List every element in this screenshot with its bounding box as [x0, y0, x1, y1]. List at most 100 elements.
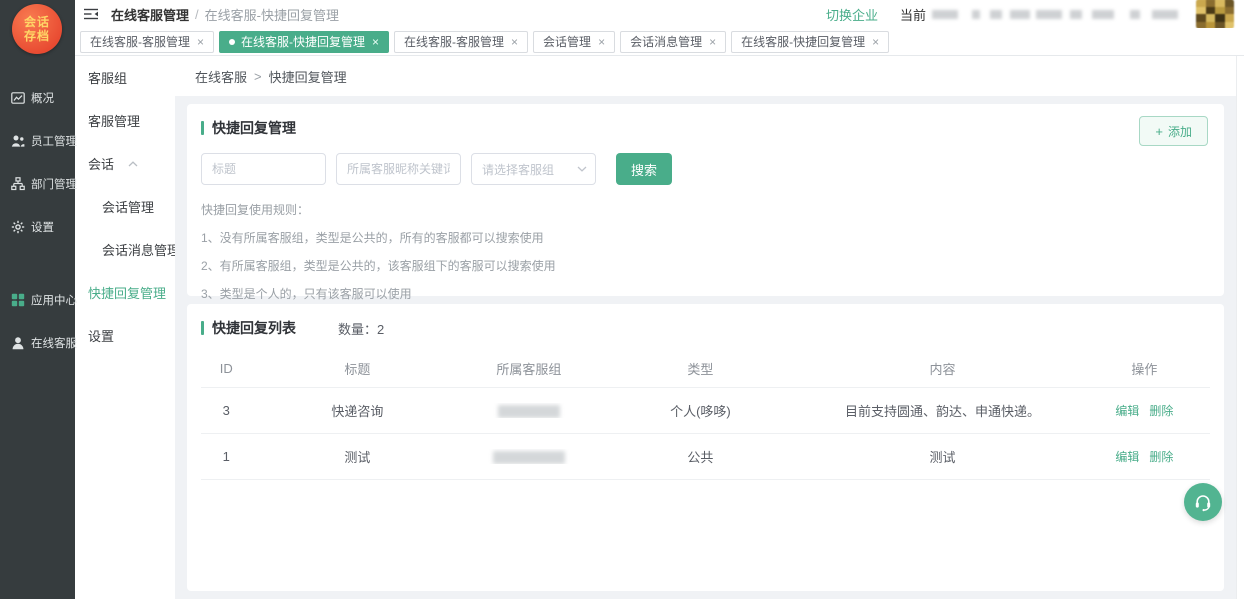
- table-row: 1 测试 公共 测试 编辑删除: [201, 434, 1210, 480]
- tab-session-message-manage[interactable]: 会话消息管理 ×: [620, 31, 726, 53]
- close-icon[interactable]: ×: [197, 35, 204, 49]
- menu-fold-icon[interactable]: [83, 7, 101, 21]
- col-header-operation: 操作: [1079, 359, 1210, 378]
- sidebar-item-label: 应用中心: [31, 292, 77, 308]
- delete-link[interactable]: 删除: [1149, 450, 1173, 464]
- submenu-item-service-manage[interactable]: 客服管理: [75, 99, 175, 142]
- sidebar-item-staff[interactable]: 员工管理: [0, 119, 75, 162]
- sidebar-item-overview[interactable]: 概况: [0, 76, 75, 119]
- sidebar-item-online-service[interactable]: 在线客服: [0, 321, 75, 364]
- tab-label: 在线客服-快捷回复管理: [741, 33, 865, 50]
- sidebar-item-app-center[interactable]: 应用中心: [0, 278, 75, 321]
- cell-group-redacted: [463, 403, 594, 418]
- primary-menu: 概况 员工管理 部门管理 设置: [0, 76, 75, 364]
- rule-item: 1、没有所属客服组，类型是公共的，所有的客服都可以搜索使用: [201, 229, 1210, 246]
- submenu-item-session-manage[interactable]: 会话管理: [75, 185, 175, 228]
- service-group-select[interactable]: 请选择客服组: [471, 153, 596, 185]
- close-icon[interactable]: ×: [372, 35, 379, 49]
- current-company-label: 当前: [900, 5, 926, 24]
- add-button-label: 添加: [1168, 123, 1192, 140]
- submenu-label: 会话管理: [102, 197, 154, 216]
- submenu-item-session[interactable]: 会话: [75, 142, 175, 185]
- search-button[interactable]: 搜索: [616, 153, 672, 185]
- cell-operation: 编辑删除: [1079, 402, 1210, 419]
- sidebar-item-department[interactable]: 部门管理: [0, 162, 75, 205]
- submenu-item-settings[interactable]: 设置: [75, 314, 175, 357]
- page-breadcrumb-separator: >: [254, 69, 262, 84]
- cell-type: 个人(哆哆): [594, 401, 806, 420]
- submenu-label: 会话: [88, 154, 114, 173]
- edit-link[interactable]: 编辑: [1115, 450, 1139, 464]
- rules-title: 快捷回复使用规则：: [201, 201, 1210, 218]
- tab-quick-reply-manage-2[interactable]: 在线客服-快捷回复管理 ×: [731, 31, 889, 53]
- col-header-content: 内容: [806, 359, 1078, 378]
- rule-item: 2、有所属客服组，类型是公共的，该客服组下的客服可以搜索使用: [201, 257, 1210, 274]
- switch-company-link[interactable]: 切换企业: [826, 5, 878, 24]
- breadcrumb-root[interactable]: 在线客服管理: [111, 5, 189, 24]
- cell-content: 测试: [806, 447, 1078, 466]
- page-breadcrumb-right: 快捷回复管理: [269, 67, 347, 86]
- sidebar-item-label: 员工管理: [31, 133, 77, 149]
- sidebar-item-settings[interactable]: 设置: [0, 205, 75, 248]
- sidebar-item-label: 在线客服: [31, 335, 77, 351]
- app-logo[interactable]: 会话 存档: [12, 4, 62, 54]
- tab-label: 在线客服-客服管理: [404, 33, 504, 50]
- close-icon[interactable]: ×: [511, 35, 518, 49]
- staff-icon: [11, 134, 25, 148]
- topbar-right: 切换企业 当前: [826, 0, 1244, 29]
- cell-id: 1: [201, 449, 251, 464]
- delete-link[interactable]: 删除: [1149, 404, 1173, 418]
- cell-title: 快递咨询: [251, 401, 463, 420]
- service-person-icon: [11, 336, 25, 350]
- usage-rules: 快捷回复使用规则： 1、没有所属客服组，类型是公共的，所有的客服都可以搜索使用 …: [201, 201, 1210, 302]
- add-button[interactable]: + 添加: [1139, 116, 1208, 146]
- close-icon[interactable]: ×: [598, 35, 605, 49]
- close-icon[interactable]: ×: [872, 35, 879, 49]
- cell-id: 3: [201, 403, 251, 418]
- tab-service-manage-2[interactable]: 在线客服-客服管理 ×: [394, 31, 528, 53]
- breadcrumb-current: 在线客服-快捷回复管理: [205, 5, 339, 24]
- section-accent-bar: [201, 321, 204, 335]
- tab-quick-reply-manage-active[interactable]: 在线客服-快捷回复管理 ×: [219, 31, 389, 53]
- tabbar: 在线客服-客服管理 × 在线客服-快捷回复管理 × 在线客服-客服管理 × 会话…: [75, 28, 1244, 56]
- submenu-label: 客服管理: [88, 111, 140, 130]
- chevron-down-icon: [577, 166, 587, 172]
- sidebar-item-label: 部门管理: [31, 176, 77, 192]
- submenu-item-service-group[interactable]: 客服组: [75, 56, 175, 99]
- department-icon: [11, 177, 25, 191]
- title-input[interactable]: [201, 153, 326, 185]
- avatar[interactable]: [1196, 0, 1234, 29]
- page-breadcrumb: 在线客服 > 快捷回复管理: [175, 56, 1244, 96]
- logo-line1: 会话: [24, 15, 50, 29]
- customer-service-float-button[interactable]: [1184, 483, 1222, 521]
- col-header-group: 所属客服组: [463, 359, 594, 378]
- submenu-label: 会话消息管理: [102, 240, 180, 259]
- submenu-label: 设置: [88, 326, 114, 345]
- edit-link[interactable]: 编辑: [1115, 404, 1139, 418]
- submenu-item-quick-reply-manage[interactable]: 快捷回复管理: [75, 271, 175, 314]
- cell-type: 公共: [594, 447, 806, 466]
- close-icon[interactable]: ×: [709, 35, 716, 49]
- section-header: 快捷回复管理: [201, 118, 1210, 138]
- scrollbar-track[interactable]: [1236, 56, 1244, 599]
- section-accent-bar: [201, 121, 204, 135]
- submenu-label: 快捷回复管理: [88, 283, 166, 302]
- sidebar-item-label: 概况: [31, 90, 54, 106]
- tab-label: 在线客服-快捷回复管理: [241, 33, 365, 50]
- keyword-input[interactable]: [336, 153, 461, 185]
- col-header-id: ID: [201, 361, 251, 376]
- count-value: 2: [377, 322, 384, 337]
- tab-label: 会话消息管理: [630, 33, 702, 50]
- topbar: 在线客服管理 / 在线客服-快捷回复管理 切换企业 当前: [75, 0, 1244, 28]
- quick-reply-list-card: 快捷回复列表 数量：2 ID 标题 所属客服组 类型 内容 操作 3 快递咨询: [187, 304, 1224, 591]
- page-breadcrumb-left[interactable]: 在线客服: [195, 67, 247, 86]
- tab-session-manage[interactable]: 会话管理 ×: [533, 31, 615, 53]
- quick-reply-manage-card: 快捷回复管理 + 添加 请选择客服组 搜索 快捷回复使用规则： 1、没有所: [187, 104, 1224, 296]
- section-header: 快捷回复列表 数量：2: [201, 318, 1210, 338]
- submenu-item-session-message-manage[interactable]: 会话消息管理: [75, 228, 175, 271]
- tab-service-manage-1[interactable]: 在线客服-客服管理 ×: [80, 31, 214, 53]
- col-header-type: 类型: [594, 359, 806, 378]
- sidebar-item-label: 设置: [31, 219, 54, 235]
- submenu-label: 客服组: [88, 68, 127, 87]
- tab-label: 会话管理: [543, 33, 591, 50]
